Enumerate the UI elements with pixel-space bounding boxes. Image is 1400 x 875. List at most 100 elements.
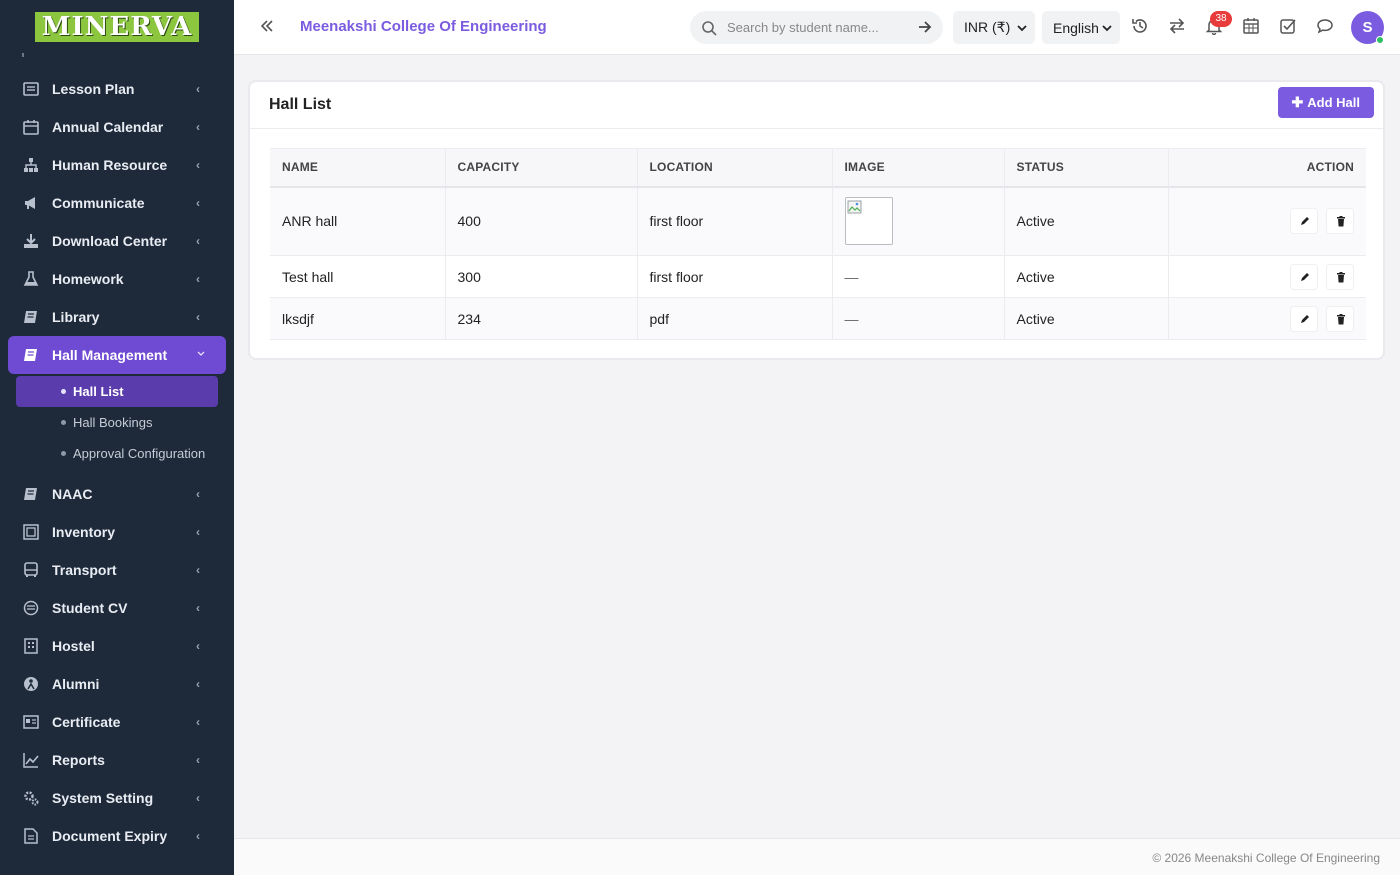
table-row: ANR hall 400 first floor Active bbox=[270, 186, 1366, 256]
sidebar-item-communicate[interactable]: Communicate ‹ bbox=[0, 184, 234, 222]
sitemap-icon bbox=[22, 156, 40, 174]
submenu-label: Approval Configuration bbox=[73, 446, 206, 461]
bullet-icon bbox=[61, 420, 66, 425]
column-header-action: ACTION bbox=[1168, 148, 1366, 188]
arrow-right-icon[interactable] bbox=[918, 20, 932, 34]
sidebar-item-student-cv[interactable]: Student CV ‹ bbox=[0, 589, 234, 627]
calendar-icon[interactable] bbox=[1242, 17, 1262, 37]
sidebar-item-library[interactable]: Library ‹ bbox=[0, 298, 234, 336]
chevron-left-icon: ‹ bbox=[196, 677, 200, 691]
trash-icon bbox=[1337, 271, 1345, 282]
table-header-row: NAME CAPACITY LOCATION IMAGE STATUS ACTI… bbox=[270, 148, 1366, 188]
edit-button[interactable] bbox=[1290, 208, 1319, 235]
pencil-icon bbox=[1301, 217, 1310, 226]
task-checkbox-icon[interactable] bbox=[1279, 17, 1299, 37]
hall-image-thumbnail[interactable] bbox=[844, 197, 893, 246]
sidebar-item-alumni[interactable]: Alumni ‹ bbox=[0, 665, 234, 703]
sidebar-item-annual-calendar[interactable]: Annual Calendar ‹ bbox=[0, 108, 234, 146]
currency-select[interactable]: INR (₹) bbox=[953, 11, 1035, 44]
sidebar-item-label: Download Center bbox=[52, 233, 168, 249]
history-icon[interactable] bbox=[1131, 17, 1151, 37]
hall-status-cell: Active bbox=[1004, 186, 1169, 256]
chevron-left-icon: ‹ bbox=[196, 639, 200, 653]
switch-icon[interactable] bbox=[1168, 17, 1188, 37]
delete-button[interactable] bbox=[1326, 305, 1354, 332]
column-header-status[interactable]: STATUS bbox=[1004, 148, 1169, 188]
search-input[interactable] bbox=[727, 20, 907, 35]
column-header-name[interactable]: NAME bbox=[270, 148, 446, 188]
hall-image-cell: — bbox=[832, 297, 1005, 340]
column-header-image: IMAGE bbox=[832, 148, 1005, 188]
sidebar-item-system-setting[interactable]: System Setting ‹ bbox=[0, 779, 234, 817]
pencil-icon bbox=[1301, 272, 1310, 281]
book-icon bbox=[22, 308, 40, 326]
sidebar-item-hall-management[interactable]: Hall Management bbox=[8, 336, 226, 374]
chevron-left-icon: ‹ bbox=[196, 82, 200, 96]
edit-button[interactable] bbox=[1290, 305, 1319, 332]
chevron-left-icon: ‹ bbox=[196, 487, 200, 501]
sidebar-item-document-expiry[interactable]: Document Expiry ‹ bbox=[0, 817, 234, 855]
table-row: Test hall 300 first floor — Active bbox=[270, 255, 1366, 298]
gears-icon bbox=[22, 789, 40, 807]
sidebar-item-label: Lesson Plan bbox=[52, 81, 135, 97]
collapse-sidebar-icon[interactable] bbox=[260, 17, 280, 37]
delete-button[interactable] bbox=[1326, 263, 1354, 290]
student-search bbox=[690, 11, 943, 44]
sidebar-item-naac[interactable]: NAAC ‹ bbox=[0, 475, 234, 513]
add-hall-button[interactable]: ✚ Add Hall bbox=[1277, 87, 1374, 118]
chevron-left-icon: ‹ bbox=[196, 196, 200, 210]
chat-bubble-icon[interactable] bbox=[1316, 17, 1336, 37]
sidebar-item-human-resource[interactable]: Human Resource ‹ bbox=[0, 146, 234, 184]
column-header-location[interactable]: LOCATION bbox=[637, 148, 833, 188]
sidebar-item-reports[interactable]: Reports ‹ bbox=[0, 741, 234, 779]
sidebar-item-label: Student CV bbox=[52, 600, 128, 616]
hall-table: NAME CAPACITY LOCATION IMAGE STATUS ACTI… bbox=[270, 148, 1366, 340]
sidebar-item-transport[interactable]: Transport ‹ bbox=[0, 551, 234, 589]
chevron-down-icon bbox=[1101, 21, 1113, 33]
sidebar-item-label: Human Resource bbox=[52, 157, 168, 173]
sidebar-item-certificate[interactable]: Certificate ‹ bbox=[0, 703, 234, 741]
hall-status-cell: Active bbox=[1004, 297, 1169, 340]
online-status-icon bbox=[1376, 36, 1384, 44]
submenu-item-approval-configuration[interactable]: Approval Configuration bbox=[0, 438, 234, 469]
copyright-text: © 2026 Meenakshi College Of Engineering bbox=[1152, 851, 1380, 865]
currency-value: INR (₹) bbox=[964, 19, 1011, 35]
card-header: Hall List ✚ Add Hall bbox=[250, 82, 1383, 129]
language-select[interactable]: English bbox=[1042, 11, 1120, 44]
delete-button[interactable] bbox=[1326, 208, 1354, 235]
submenu-label: Hall Bookings bbox=[73, 415, 153, 430]
chevron-left-icon: ‹ bbox=[196, 829, 200, 843]
hall-management-submenu: Hall List Hall Bookings Approval Configu… bbox=[0, 374, 234, 475]
sidebar-item-homework[interactable]: Homework ‹ bbox=[0, 260, 234, 298]
inventory-icon bbox=[22, 523, 40, 541]
chevron-left-icon: ‹ bbox=[196, 753, 200, 767]
download-icon bbox=[22, 232, 40, 250]
hall-status-cell: Active bbox=[1004, 255, 1169, 298]
sidebar-item-inventory[interactable]: Inventory ‹ bbox=[0, 513, 234, 551]
chevron-left-icon: ‹ bbox=[196, 158, 200, 172]
sidebar-nav: Lesson Plan ‹ Annual Calendar ‹ Human Re… bbox=[0, 70, 234, 855]
hall-image-cell bbox=[832, 186, 1005, 256]
hall-capacity-cell: 300 bbox=[445, 255, 638, 298]
chevron-left-icon: ‹ bbox=[196, 791, 200, 805]
hall-location-cell: pdf bbox=[637, 297, 833, 340]
action-cell bbox=[1168, 297, 1366, 340]
sidebar-item-hostel[interactable]: Hostel ‹ bbox=[0, 627, 234, 665]
edit-button[interactable] bbox=[1290, 263, 1319, 290]
submenu-item-hall-bookings[interactable]: Hall Bookings bbox=[0, 407, 234, 438]
minerva-logo[interactable]: MINERVA bbox=[35, 12, 199, 42]
submenu-label: Hall List bbox=[73, 384, 124, 399]
column-header-capacity[interactable]: CAPACITY bbox=[445, 148, 638, 188]
hall-name-cell: lksdjf bbox=[270, 297, 446, 340]
plus-icon: ✚ bbox=[1291, 94, 1304, 110]
alumni-icon bbox=[22, 675, 40, 693]
sidebar-item-download-center[interactable]: Download Center ‹ bbox=[0, 222, 234, 260]
chevron-left-icon: ‹ bbox=[196, 310, 200, 324]
page-title: Hall List bbox=[269, 96, 332, 113]
college-name[interactable]: Meenakshi College Of Engineering bbox=[300, 18, 547, 35]
hall-name-cell: Test hall bbox=[270, 255, 446, 298]
submenu-item-hall-list[interactable]: Hall List bbox=[16, 376, 218, 407]
sidebar-item-lesson-plan[interactable]: Lesson Plan ‹ bbox=[0, 70, 234, 108]
top-bar: Meenakshi College Of Engineering INR (₹)… bbox=[234, 0, 1400, 55]
book-icon bbox=[22, 346, 40, 364]
